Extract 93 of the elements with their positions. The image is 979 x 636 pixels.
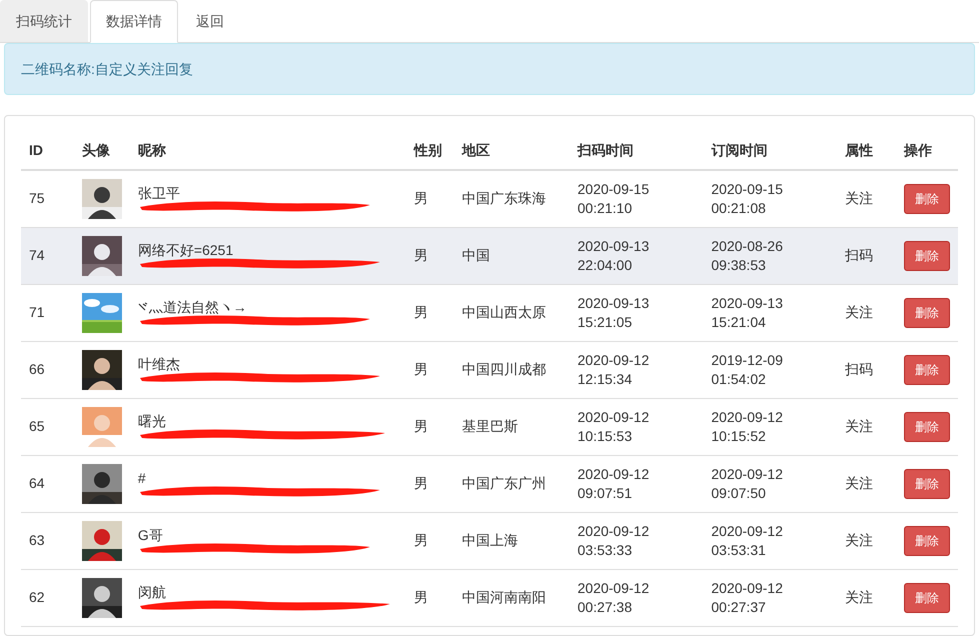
attribute-cell: 关注 — [845, 532, 874, 548]
gender-cell: 男 — [414, 304, 428, 320]
scan-time: 10:15:53 — [578, 426, 632, 446]
subscribe-time: 00:21:08 — [711, 198, 766, 218]
column-header: 属性 — [845, 142, 874, 158]
id-cell: 65 — [29, 418, 45, 434]
subscribe-time: 09:38:53 — [711, 256, 766, 274]
attribute-cell: 关注 — [845, 304, 874, 320]
nickname: # — [138, 468, 146, 486]
region-cell: 中国上海 — [462, 532, 518, 548]
attribute-cell: 扫码 — [845, 247, 874, 263]
scan-time: 2020-09-12 — [578, 522, 650, 540]
scan-time: 12:15:34 — [578, 370, 632, 388]
attribute-cell: 关注 — [845, 589, 874, 605]
id-cell: 66 — [29, 361, 45, 377]
region-cell: 中国 — [462, 247, 490, 263]
delete-button[interactable]: 删除 — [904, 582, 950, 612]
subscribe-time: 2020-09-12 — [711, 408, 783, 426]
subscribe-time: 2020-09-12 — [711, 522, 783, 540]
subscribe-time: 2020-09-12 — [711, 578, 783, 598]
id-cell: 62 — [29, 589, 45, 605]
scan-time: 09:07:51 — [578, 484, 632, 502]
subscribe-time: 03:53:31 — [711, 540, 766, 560]
scan-time: 03:53:33 — [578, 540, 632, 560]
column-header: 头像 — [82, 142, 110, 158]
scan-time: 2020-09-12 — [578, 408, 650, 426]
delete-button[interactable]: 删除 — [904, 526, 950, 556]
nickname: 灬道法自然ヽ→ — [148, 298, 247, 316]
scan-time: 15:21:05 — [578, 312, 632, 332]
nickname: 张卫平 — [138, 184, 180, 202]
subscribe-time: 09:07:50 — [711, 484, 766, 502]
qr-code-name: 二维码名称:自定义关注回复 — [21, 60, 193, 78]
subscribe-time: 01:54:02 — [711, 370, 766, 388]
attribute-cell: 关注 — [845, 475, 874, 491]
region-cell: 中国广东珠海 — [462, 190, 546, 206]
scan-time: 22:04:00 — [578, 256, 632, 274]
attribute-cell: 关注 — [845, 418, 874, 434]
gender-cell: 男 — [414, 475, 428, 491]
scan-time: 2020-09-12 — [578, 578, 650, 598]
column-header: 性别 — [414, 142, 442, 158]
nickname: 闵航 — [138, 582, 166, 600]
column-header: ID — [29, 142, 43, 158]
delete-button[interactable]: 删除 — [904, 412, 950, 442]
attribute-cell: 扫码 — [845, 361, 874, 377]
delete-button[interactable]: 删除 — [904, 240, 950, 270]
subscribe-time: 15:21:04 — [711, 312, 766, 332]
gender-cell: 男 — [414, 361, 428, 377]
gender-cell: 男 — [414, 589, 428, 605]
scan-time: 2020-09-12 — [578, 464, 650, 484]
scan-time: 00:21:10 — [578, 198, 632, 218]
nickname: 曙光 — [138, 412, 166, 430]
column-header: 扫码时间 — [578, 142, 634, 158]
subscribe-time: 10:15:52 — [711, 426, 766, 446]
scan-time: 00:27:38 — [578, 598, 632, 616]
attribute-cell: 关注 — [845, 190, 874, 206]
gender-cell: 男 — [414, 532, 428, 548]
id-cell: 75 — [29, 190, 45, 206]
subscribe-time: 00:27:37 — [711, 598, 766, 616]
scan-time: 2020-09-15 — [578, 180, 650, 199]
delete-button[interactable]: 删除 — [904, 184, 950, 214]
gender-cell: 男 — [414, 418, 428, 434]
delete-button[interactable]: 删除 — [904, 468, 950, 498]
scan-time: 2020-09-12 — [578, 350, 650, 370]
region-cell: 基里巴斯 — [462, 418, 518, 434]
delete-button[interactable]: 删除 — [904, 298, 950, 328]
tab[interactable]: 数据详情 — [90, 0, 178, 43]
subscribe-time: 2020-09-13 — [711, 294, 783, 312]
id-cell: 74 — [29, 247, 45, 263]
region-cell: 中国河南南阳 — [462, 589, 546, 605]
column-header: 操作 — [904, 142, 932, 158]
scan-time: 2020-09-13 — [578, 236, 650, 256]
delete-button[interactable]: 删除 — [904, 354, 950, 384]
id-cell: 71 — [29, 304, 45, 320]
subscribe-time: 2020-09-15 — [711, 180, 783, 199]
region-cell: 中国四川成都 — [462, 361, 546, 377]
region-cell: 中国山西太原 — [462, 304, 546, 320]
gender-cell: 男 — [414, 190, 428, 206]
nickname: 网络不好=6251 — [138, 240, 234, 258]
tab[interactable]: 扫码统计 — [0, 0, 88, 42]
column-header: 地区 — [462, 142, 490, 158]
subscribe-time: 2019-12-09 — [711, 350, 783, 370]
id-cell: 63 — [29, 532, 45, 548]
region-cell: 中国广东广州 — [462, 475, 546, 491]
scan-time: 2020-09-13 — [578, 294, 650, 312]
id-cell: 64 — [29, 475, 45, 491]
nickname: G哥 — [138, 526, 163, 544]
subscribe-time: 2020-08-26 — [711, 236, 783, 256]
column-header: 昵称 — [138, 142, 166, 158]
gender-cell: 男 — [414, 247, 428, 263]
column-header: 订阅时间 — [711, 142, 768, 158]
subscribe-time: 2020-09-12 — [711, 464, 783, 484]
nickname: 叶维杰 — [138, 354, 180, 372]
tab[interactable]: 返回 — [180, 0, 240, 42]
